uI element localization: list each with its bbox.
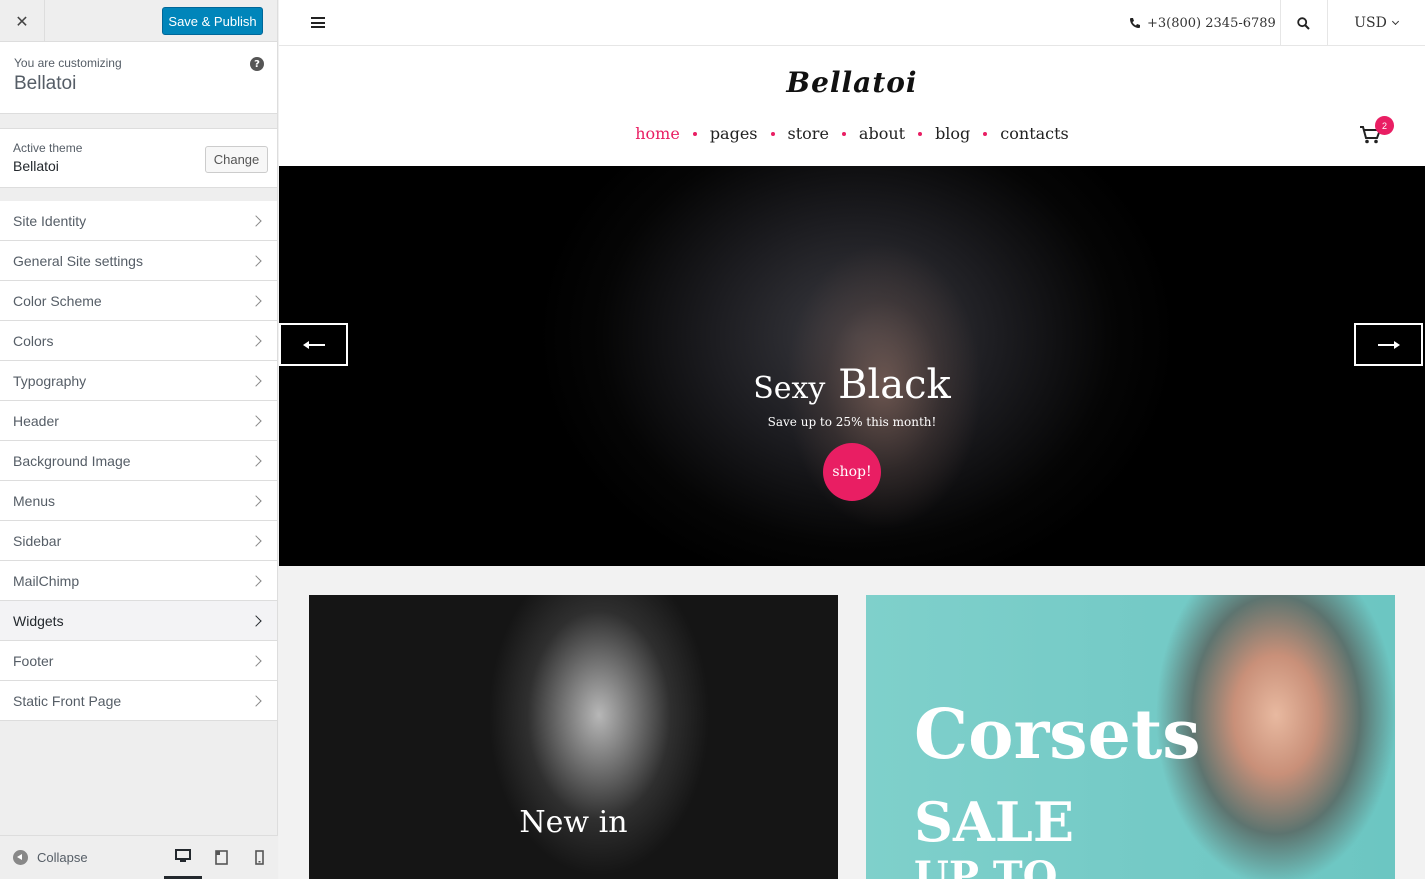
chevron-right-icon — [250, 414, 262, 427]
corsets-sale-banner[interactable]: Corsets SALE UP TO — [866, 595, 1395, 879]
collapse-button[interactable]: Collapse — [37, 850, 88, 865]
chevron-right-icon — [250, 454, 262, 467]
save-publish-button[interactable]: Save & Publish — [162, 7, 263, 35]
customizer-footer: Collapse — [0, 835, 278, 879]
chevron-right-icon — [250, 334, 262, 347]
shop-button[interactable]: shop! — [823, 443, 881, 501]
top-bar: +3(800) 2345-6789 USD — [279, 0, 1425, 46]
customizing-label: You are customizing — [14, 56, 122, 70]
panel-label: General Site settings — [13, 252, 143, 269]
site-name: Bellatoi — [14, 73, 77, 94]
phone-number[interactable]: +3(800) 2345-6789 — [1147, 16, 1276, 31]
nav-link-blog[interactable]: blog — [935, 124, 970, 143]
nav-link-home[interactable]: home — [635, 124, 680, 143]
customizer-header: ✕ Save & Publish — [0, 0, 277, 42]
nav-separator-dot — [983, 131, 988, 136]
panel-background-image[interactable]: Background Image — [0, 441, 277, 481]
panel-list: Site Identity General Site settings Color … — [0, 201, 277, 721]
desktop-preview-icon[interactable] — [164, 835, 202, 879]
menu-icon[interactable] — [311, 17, 325, 31]
panel-mailchimp[interactable]: MailChimp — [0, 561, 277, 601]
chevron-right-icon — [250, 614, 262, 627]
panel-label: MailChimp — [13, 572, 80, 589]
corsets-title: Corsets — [914, 695, 1201, 775]
panel-typography[interactable]: Typography — [0, 361, 277, 401]
panel-menus[interactable]: Menus — [0, 481, 277, 521]
close-icon[interactable]: ✕ — [0, 0, 45, 42]
panel-footer[interactable]: Footer — [0, 641, 277, 681]
site-header: Bellatoi home pages store about blog contacts… — [279, 46, 1425, 166]
panel-label: Footer — [13, 652, 54, 669]
arrow-right-icon — [1377, 340, 1400, 349]
hero-title-small: Sexy — [753, 371, 826, 406]
phone-contact: +3(800) 2345-6789 — [1129, 0, 1276, 46]
panel-label: Typography — [13, 372, 87, 389]
chevron-right-icon — [250, 254, 262, 267]
panel-label: Sidebar — [13, 532, 62, 549]
panel-sidebar[interactable]: Sidebar — [0, 521, 277, 561]
panel-label: Menus — [13, 492, 56, 509]
phone-icon — [1130, 18, 1140, 28]
arrow-left-icon — [302, 340, 325, 349]
panel-label: Background Image — [13, 452, 131, 469]
currency-select[interactable]: USD — [1328, 0, 1424, 46]
panel-label: Color Scheme — [13, 292, 102, 309]
customizer-sidebar: ✕ Save & Publish You are customizing Bel… — [0, 0, 278, 879]
panel-widgets[interactable]: Widgets — [0, 601, 277, 641]
chevron-right-icon — [250, 294, 262, 307]
chevron-right-icon — [250, 654, 262, 667]
nav-separator-dot — [918, 131, 923, 136]
panel-color-scheme[interactable]: Color Scheme — [0, 281, 277, 321]
panel-colors[interactable]: Colors — [0, 321, 277, 361]
panel-label: Site Identity — [13, 212, 87, 229]
chevron-right-icon — [250, 374, 262, 387]
tablet-preview-icon[interactable] — [202, 835, 240, 879]
nav-link-store[interactable]: store — [788, 124, 829, 143]
nav-separator-dot — [692, 131, 697, 136]
currency-value: USD — [1354, 15, 1387, 31]
hero-subtitle: Save up to 25% this month! — [767, 415, 937, 429]
chevron-right-icon — [250, 494, 262, 507]
chevron-down-icon — [1391, 17, 1399, 26]
hero-title-big: Black — [838, 362, 951, 408]
panel-site-identity[interactable]: Site Identity — [0, 201, 277, 241]
nav-link-about[interactable]: about — [859, 124, 905, 143]
nav-link-contacts[interactable]: contacts — [1000, 124, 1068, 143]
active-theme-section: Active theme Bellatoi Change — [0, 128, 277, 188]
panel-label: Widgets — [13, 612, 64, 629]
chevron-right-icon — [250, 214, 262, 227]
site-preview: +3(800) 2345-6789 USD Bellatoi home pages… — [279, 0, 1425, 879]
panel-static-front-page[interactable]: Static Front Page — [0, 681, 277, 721]
change-theme-button[interactable]: Change — [205, 146, 268, 173]
upto-label: UP TO — [914, 853, 1058, 879]
collapse-icon[interactable] — [13, 850, 28, 865]
chevron-right-icon — [250, 694, 262, 707]
sale-label: SALE — [914, 790, 1075, 854]
main-nav: home pages store about blog contacts — [279, 124, 1425, 143]
cart-count-badge: 2 — [1375, 116, 1394, 135]
site-logo[interactable]: Bellatoi — [279, 66, 1425, 99]
panel-header[interactable]: Header — [0, 401, 277, 441]
panel-label: Colors — [13, 332, 54, 349]
chevron-right-icon — [250, 574, 262, 587]
nav-separator-dot — [770, 131, 775, 136]
search-icon[interactable] — [1280, 0, 1327, 46]
mobile-preview-icon[interactable] — [240, 835, 278, 879]
nav-separator-dot — [841, 131, 846, 136]
new-in-banner[interactable]: New in — [309, 595, 838, 879]
customizing-info: You are customizing Bellatoi ? — [0, 42, 277, 114]
new-in-label: New in — [519, 805, 628, 840]
next-slide-button[interactable] — [1354, 323, 1423, 366]
prev-slide-button[interactable] — [279, 323, 348, 366]
nav-link-pages[interactable]: pages — [710, 124, 758, 143]
panel-label: Static Front Page — [13, 692, 122, 709]
help-icon[interactable]: ? — [250, 57, 264, 71]
panel-label: Header — [13, 412, 59, 429]
hero-title: Sexy Black — [279, 362, 1425, 408]
panel-general-site-settings[interactable]: General Site settings — [0, 241, 277, 281]
hero-slider: Sexy Black Save up to 25% this month! sh… — [279, 166, 1425, 566]
chevron-right-icon — [250, 534, 262, 547]
